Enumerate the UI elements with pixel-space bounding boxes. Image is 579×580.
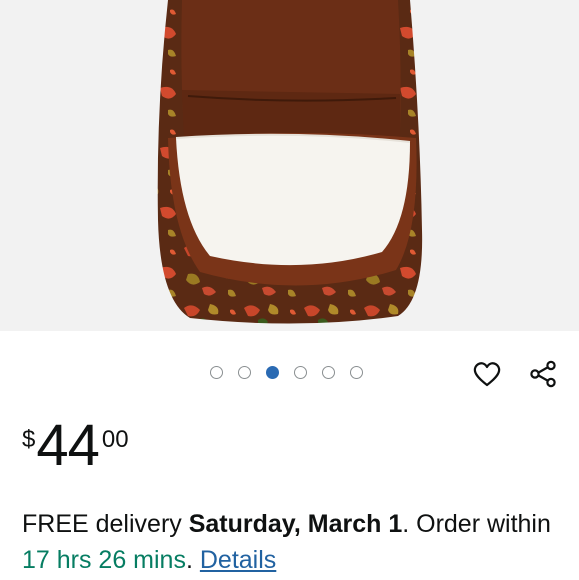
image-carousel-dots — [210, 364, 378, 380]
delivery-mid: . Order within — [402, 510, 551, 538]
delivery-date: Saturday, March 1 — [188, 510, 403, 538]
delivery-suffix: . — [185, 546, 200, 574]
carousel-dot[interactable] — [322, 365, 335, 379]
backpack-image — [157, 0, 423, 324]
carousel-dot[interactable] — [294, 365, 307, 379]
share-icon — [530, 360, 556, 388]
carousel-dot[interactable] — [210, 365, 223, 379]
share-button[interactable] — [528, 359, 558, 389]
product-image[interactable] — [0, 0, 579, 331]
price: $ 44 00 — [22, 416, 129, 480]
delivery-prefix: FREE delivery — [22, 510, 189, 538]
heart-outline-icon — [473, 362, 501, 387]
delivery-message: FREE delivery Saturday, March 1. Order w… — [22, 506, 562, 578]
carousel-dot[interactable] — [350, 365, 363, 379]
price-whole: 44 — [36, 413, 100, 478]
price-currency-symbol: $ — [22, 426, 36, 453]
carousel-dot-active[interactable] — [266, 365, 279, 379]
order-countdown: 17 hrs 26 mins — [22, 546, 186, 574]
wishlist-button[interactable] — [472, 359, 502, 389]
carousel-dot[interactable] — [238, 365, 251, 379]
details-link[interactable]: Details — [200, 546, 276, 574]
price-fraction: 00 — [101, 426, 129, 453]
